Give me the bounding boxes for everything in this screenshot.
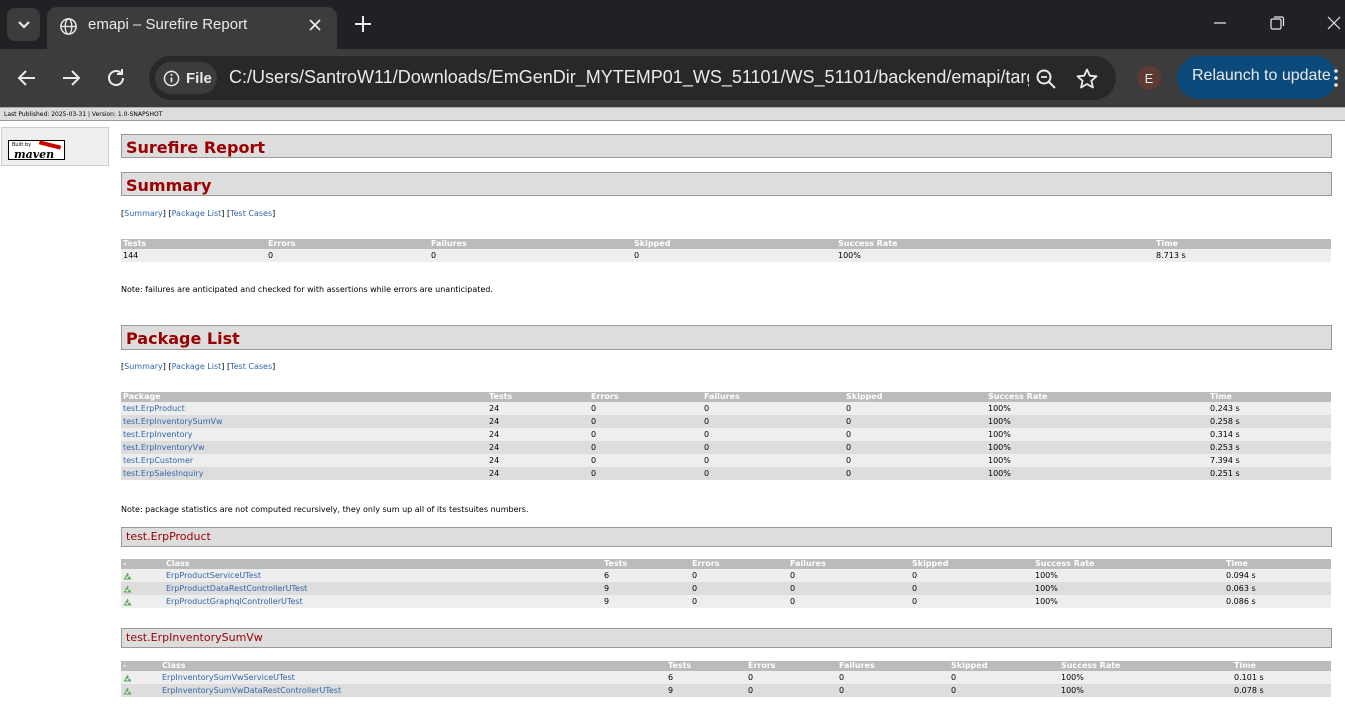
publish-banner: Last Published: 2025-03-31 | Version: 1.…	[0, 107, 1345, 121]
back-arrow-icon[interactable]	[16, 67, 38, 89]
summary-table: Tests Errors Failures Skipped Success Ra…	[121, 239, 1331, 262]
forward-arrow-icon[interactable]	[60, 67, 82, 89]
package-link[interactable]: test.ErpSalesInquiry	[123, 469, 203, 478]
new-tab-icon[interactable]	[352, 13, 374, 35]
package-link[interactable]: test.ErpCustomer	[123, 456, 193, 465]
test-cases-link[interactable]: Test Cases	[230, 362, 272, 371]
package-nav-links: [Summary] [Package List] [Test Cases]	[121, 362, 276, 371]
url-text[interactable]: C:/Users/SantroW11/Downloads/EmGenDir_MY…	[229, 67, 1029, 88]
address-bar[interactable]: File C:/Users/SantroW11/Downloads/EmGenD…	[149, 56, 1116, 100]
class-link[interactable]: ErpProductGraphqlControllerUTest	[166, 597, 303, 606]
success-icon	[123, 686, 132, 695]
table-row: ErpProductDataRestControllerUTest 9 0 0 0 100…	[121, 582, 1331, 595]
globe-icon	[60, 18, 77, 35]
success-icon	[123, 597, 132, 606]
restore-icon[interactable]	[1269, 15, 1285, 31]
package-list-link[interactable]: Package List	[172, 209, 222, 218]
table-row: ErpProductServiceUTest 6 0 0 0 100% 0.094 s	[121, 569, 1331, 582]
erp-product-heading-box: test.ErpProduct	[121, 527, 1332, 547]
class-link[interactable]: ErpProductDataRestControllerUTest	[166, 584, 307, 593]
close-tab-icon[interactable]	[307, 17, 323, 33]
package-list-heading-box: Package List	[121, 325, 1332, 350]
summary-heading-box: Summary	[121, 172, 1332, 196]
success-icon	[123, 673, 132, 682]
close-window-icon[interactable]	[1326, 15, 1342, 31]
success-icon	[123, 571, 132, 580]
table-row: test.ErpProduct 24 0 0 0 100% 0.243 s	[121, 402, 1331, 415]
package-link[interactable]: test.ErpInventoryVw	[123, 443, 205, 452]
summary-link[interactable]: Summary	[124, 362, 163, 371]
info-icon	[163, 70, 180, 86]
class-link[interactable]: ErpInventorySumVwDataRestControllerUTest	[162, 686, 341, 695]
table-row: test.ErpSalesInquiry 24 0 0 0 100% 0.251 s	[121, 467, 1331, 480]
page-content: Last Published: 2025-03-31 | Version: 1.…	[0, 107, 1345, 704]
tab-title: emapi – Surefire Report	[88, 16, 248, 33]
summary-link[interactable]: Summary	[124, 209, 163, 218]
package-link[interactable]: test.ErpInventory	[123, 430, 193, 439]
class-link[interactable]: ErpInventorySumVwServiceUTest	[162, 673, 295, 682]
published-info: Last Published: 2025-03-31 | Version: 1.…	[4, 111, 163, 118]
table-row: ErpProductGraphqlControllerUTest 9 0 0 0 100%…	[121, 595, 1331, 608]
erp-inventory-sum-heading-box: test.ErpInventorySumVw	[121, 628, 1332, 648]
table-row: test.ErpInventorySumVw 24 0 0 0 100% 0.258 s	[121, 415, 1331, 428]
table-row: ErpInventorySumVwServiceUTest 6 0 0 0 100% 0.1…	[121, 671, 1331, 684]
table-row: test.ErpCustomer 24 0 0 0 100% 7.394 s	[121, 454, 1331, 467]
browser-tab-bar: emapi – Surefire Report	[0, 0, 1345, 49]
reload-icon[interactable]	[105, 67, 127, 89]
zoom-icon[interactable]	[1035, 68, 1057, 90]
summary-heading: Summary	[126, 176, 212, 195]
table-row: 144 0 0 0 100% 8.713 s	[121, 249, 1331, 262]
package-link[interactable]: test.ErpInventorySumVw	[123, 417, 223, 426]
chip-label: File	[186, 69, 212, 87]
chevron-down-icon	[17, 20, 30, 29]
erp-product-heading: test.ErpProduct	[126, 530, 211, 543]
package-note: Note: package statistics are not compute…	[121, 505, 529, 514]
minimize-icon[interactable]	[1212, 15, 1228, 31]
package-link[interactable]: test.ErpProduct	[123, 404, 185, 413]
browser-tab[interactable]: emapi – Surefire Report	[47, 7, 337, 49]
test-cases-link[interactable]: Test Cases	[230, 209, 272, 218]
bookmark-star-icon[interactable]	[1075, 67, 1099, 91]
tab-search-button[interactable]	[7, 8, 40, 41]
built-by-maven-logo[interactable]: Built by maven	[8, 140, 65, 161]
table-row: ErpInventorySumVwDataRestControllerUTest…	[121, 684, 1331, 697]
menu-dots-icon[interactable]	[1333, 68, 1339, 88]
table-row: test.ErpInventoryVw 24 0 0 0 100% 0.253 s	[121, 441, 1331, 454]
class-link[interactable]: ErpProductServiceUTest	[166, 571, 261, 580]
erp-inventory-sum-class-table: - Class Tests Errors Failures Skipped Su…	[121, 661, 1331, 697]
summary-nav-links: [Summary] [Package List] [Test Cases]	[121, 209, 276, 218]
summary-note: Note: failures are anticipated and check…	[121, 285, 493, 294]
report-title-box: Surefire Report	[121, 134, 1332, 158]
package-list-link[interactable]: Package List	[172, 362, 222, 371]
page-title: Surefire Report	[126, 138, 265, 157]
success-icon	[123, 584, 132, 593]
profile-avatar[interactable]: E	[1137, 66, 1161, 90]
erp-product-class-table: - Class Tests Errors Failures Skipped Su…	[121, 559, 1331, 608]
left-column: Built by maven	[1, 127, 109, 166]
package-table: Package Tests Errors Failures Skipped Su…	[121, 392, 1331, 480]
site-info-chip[interactable]: File	[155, 62, 217, 94]
relaunch-button[interactable]: Relaunch to update	[1177, 56, 1337, 99]
package-list-heading: Package List	[126, 329, 240, 348]
table-row: test.ErpInventory 24 0 0 0 100% 0.314 s	[121, 428, 1331, 441]
erp-inventory-sum-heading: test.ErpInventorySumVw	[126, 631, 263, 644]
